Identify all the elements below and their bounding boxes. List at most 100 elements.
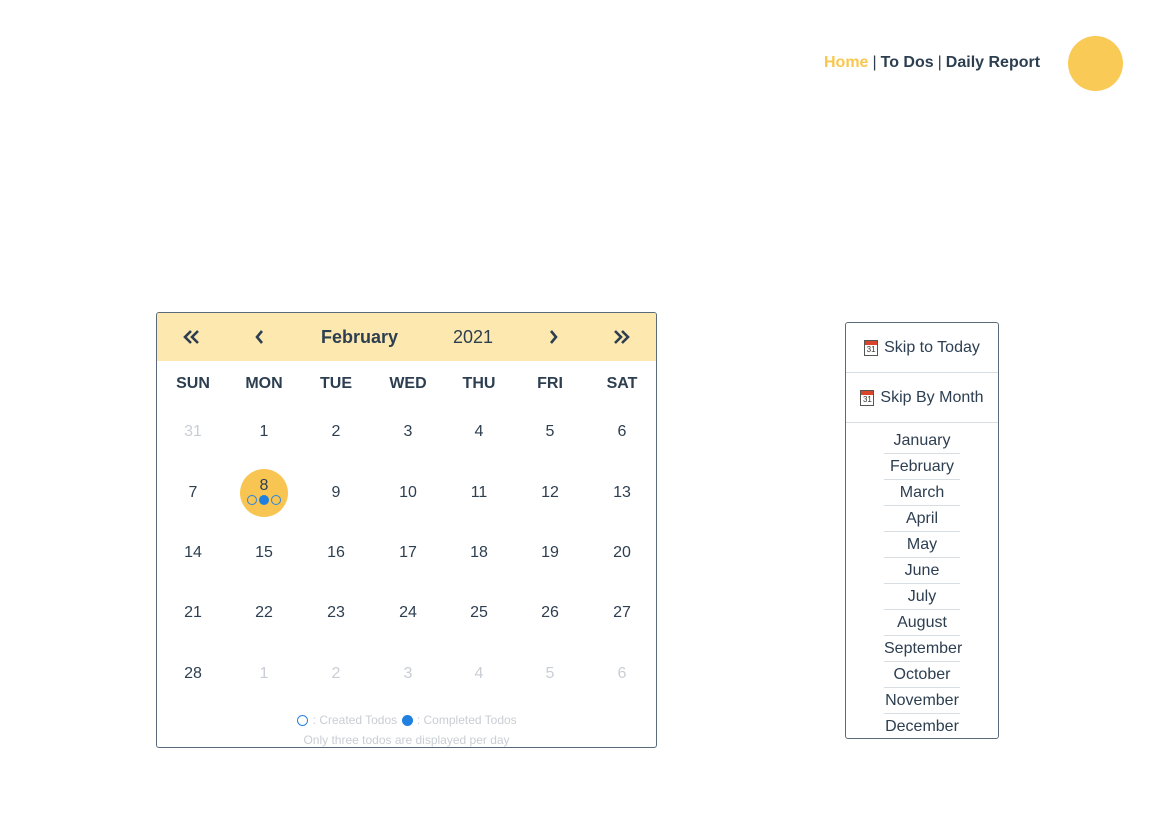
day-number: 13 xyxy=(613,484,631,501)
calendar-icon: 31 xyxy=(860,389,875,406)
calendar-day[interactable]: 14 xyxy=(169,529,217,577)
day-number: 26 xyxy=(541,604,559,621)
calendar-day[interactable]: 1 xyxy=(240,408,288,456)
day-number: 10 xyxy=(399,484,417,501)
skip-to-today-button[interactable]: 31 Skip to Today xyxy=(846,323,998,373)
day-number: 22 xyxy=(255,604,273,621)
skip-by-month-button[interactable]: 31 Skip By Month xyxy=(846,373,998,423)
day-number: 5 xyxy=(545,423,555,440)
todo-dots xyxy=(240,495,288,509)
month-list: January February March April May June July Augu… xyxy=(846,423,998,739)
month-item[interactable]: January xyxy=(884,429,960,454)
calendar-day[interactable]: 5 xyxy=(526,650,574,698)
calendar-day[interactable]: 18 xyxy=(455,529,503,577)
calendar-day[interactable]: 7 xyxy=(169,469,217,517)
day-number: 21 xyxy=(184,604,202,621)
calendar-day[interactable]: 17 xyxy=(384,529,432,577)
calendar-day[interactable]: 20 xyxy=(598,529,646,577)
calendar-day[interactable]: 26 xyxy=(526,589,574,637)
calendar-day[interactable]: 6 xyxy=(598,650,646,698)
calendar-day[interactable]: 24 xyxy=(384,589,432,637)
day-number: 15 xyxy=(255,544,273,561)
legend-completed-label: : Completed Todos xyxy=(416,713,517,727)
day-number: 7 xyxy=(188,484,198,501)
day-number: 24 xyxy=(399,604,417,621)
day-number: 6 xyxy=(617,423,627,440)
calendar-day[interactable]: 25 xyxy=(455,589,503,637)
day-number: 31 xyxy=(184,423,202,440)
nav-daily-report-link[interactable]: Daily Report xyxy=(946,54,1040,71)
month-item[interactable]: September xyxy=(884,637,962,662)
calendar-day[interactable]: 13 xyxy=(598,469,646,517)
day-number: 5 xyxy=(545,665,555,682)
month-item[interactable]: August xyxy=(884,611,960,636)
day-number: 28 xyxy=(184,665,202,682)
calendar-day[interactable]: 4 xyxy=(455,408,503,456)
calendar-icon: 31 xyxy=(864,339,879,356)
day-number: 12 xyxy=(541,484,559,501)
skip-by-month-label: Skip By Month xyxy=(880,389,984,406)
calendar-day[interactable]: 3 xyxy=(384,650,432,698)
day-number: 4 xyxy=(474,423,484,440)
nav-home-link[interactable]: Home xyxy=(824,54,868,71)
month-item[interactable]: November xyxy=(884,689,960,714)
month-item[interactable]: July xyxy=(884,585,960,610)
avatar[interactable] xyxy=(1068,36,1123,91)
day-number: 11 xyxy=(470,484,488,501)
day-number: 2 xyxy=(331,665,341,682)
month-item[interactable]: June xyxy=(884,559,960,584)
calendar-day[interactable]: 15 xyxy=(240,529,288,577)
nav-todos-link[interactable]: To Dos xyxy=(881,54,934,71)
month-item[interactable]: February xyxy=(884,455,960,480)
calendar-day[interactable]: 6 xyxy=(598,408,646,456)
calendar-day[interactable]: 16 xyxy=(312,529,360,577)
calendar-day[interactable]: 9 xyxy=(312,469,360,517)
month-item[interactable]: April xyxy=(884,507,960,532)
calendar-day[interactable]: 22 xyxy=(240,589,288,637)
day-number: 9 xyxy=(331,484,341,501)
calendar-day[interactable]: 31 xyxy=(169,408,217,456)
calendar-day[interactable]: 11 xyxy=(455,469,503,517)
day-grid: 31 1 2 3 4 5 6 7 8 9 10 11 12 13 14 15 16 17 18 19 20 21 22 23 2… xyxy=(157,313,656,743)
calendar-day[interactable]: 4 xyxy=(455,650,503,698)
calendar-day[interactable]: 19 xyxy=(526,529,574,577)
day-number: 1 xyxy=(259,423,269,440)
calendar-day[interactable]: 5 xyxy=(526,408,574,456)
month-item[interactable]: May xyxy=(884,533,960,558)
nav-separator: | xyxy=(872,54,877,71)
calendar-day[interactable]: 2 xyxy=(312,650,360,698)
day-number: 25 xyxy=(470,604,488,621)
day-number: 3 xyxy=(403,665,413,682)
day-number: 27 xyxy=(613,604,631,621)
calendar: February 2021 SUN MON TUE WED THU FRI SAT 31 1 2… xyxy=(156,312,657,748)
skip-panel: 31 Skip to Today 31 Skip By Month January F… xyxy=(845,322,999,739)
day-number: 19 xyxy=(541,544,559,561)
calendar-day[interactable]: 10 xyxy=(384,469,432,517)
day-number: 18 xyxy=(470,544,488,561)
calendar-day[interactable]: 12 xyxy=(526,469,574,517)
calendar-day[interactable]: 28 xyxy=(169,650,217,698)
month-item[interactable]: October xyxy=(884,663,960,688)
calendar-day-selected[interactable]: 8 xyxy=(240,469,288,517)
calendar-day[interactable]: 3 xyxy=(384,408,432,456)
completed-todo-dot-icon xyxy=(401,715,413,727)
month-item[interactable]: December xyxy=(884,715,960,739)
legend-created-label: : Created Todos xyxy=(312,713,398,727)
calendar-day[interactable]: 23 xyxy=(312,589,360,637)
skip-to-today-label: Skip to Today xyxy=(884,339,980,356)
day-number: 16 xyxy=(327,544,345,561)
calendar-day[interactable]: 1 xyxy=(240,650,288,698)
day-number: 1 xyxy=(259,665,269,682)
day-number: 3 xyxy=(403,423,413,440)
calendar-day[interactable]: 2 xyxy=(312,408,360,456)
month-item[interactable]: March xyxy=(884,481,960,506)
day-number: 20 xyxy=(613,544,631,561)
calendar-day[interactable]: 27 xyxy=(598,589,646,637)
calendar-day[interactable]: 21 xyxy=(169,589,217,637)
legend-note: Only three todos are displayed per day xyxy=(303,733,510,747)
completed-todo-dot-icon xyxy=(259,495,269,505)
day-number: 6 xyxy=(617,665,627,682)
created-todo-dot-icon xyxy=(271,495,281,505)
day-number: 23 xyxy=(327,604,345,621)
created-todo-dot-icon xyxy=(297,715,309,727)
